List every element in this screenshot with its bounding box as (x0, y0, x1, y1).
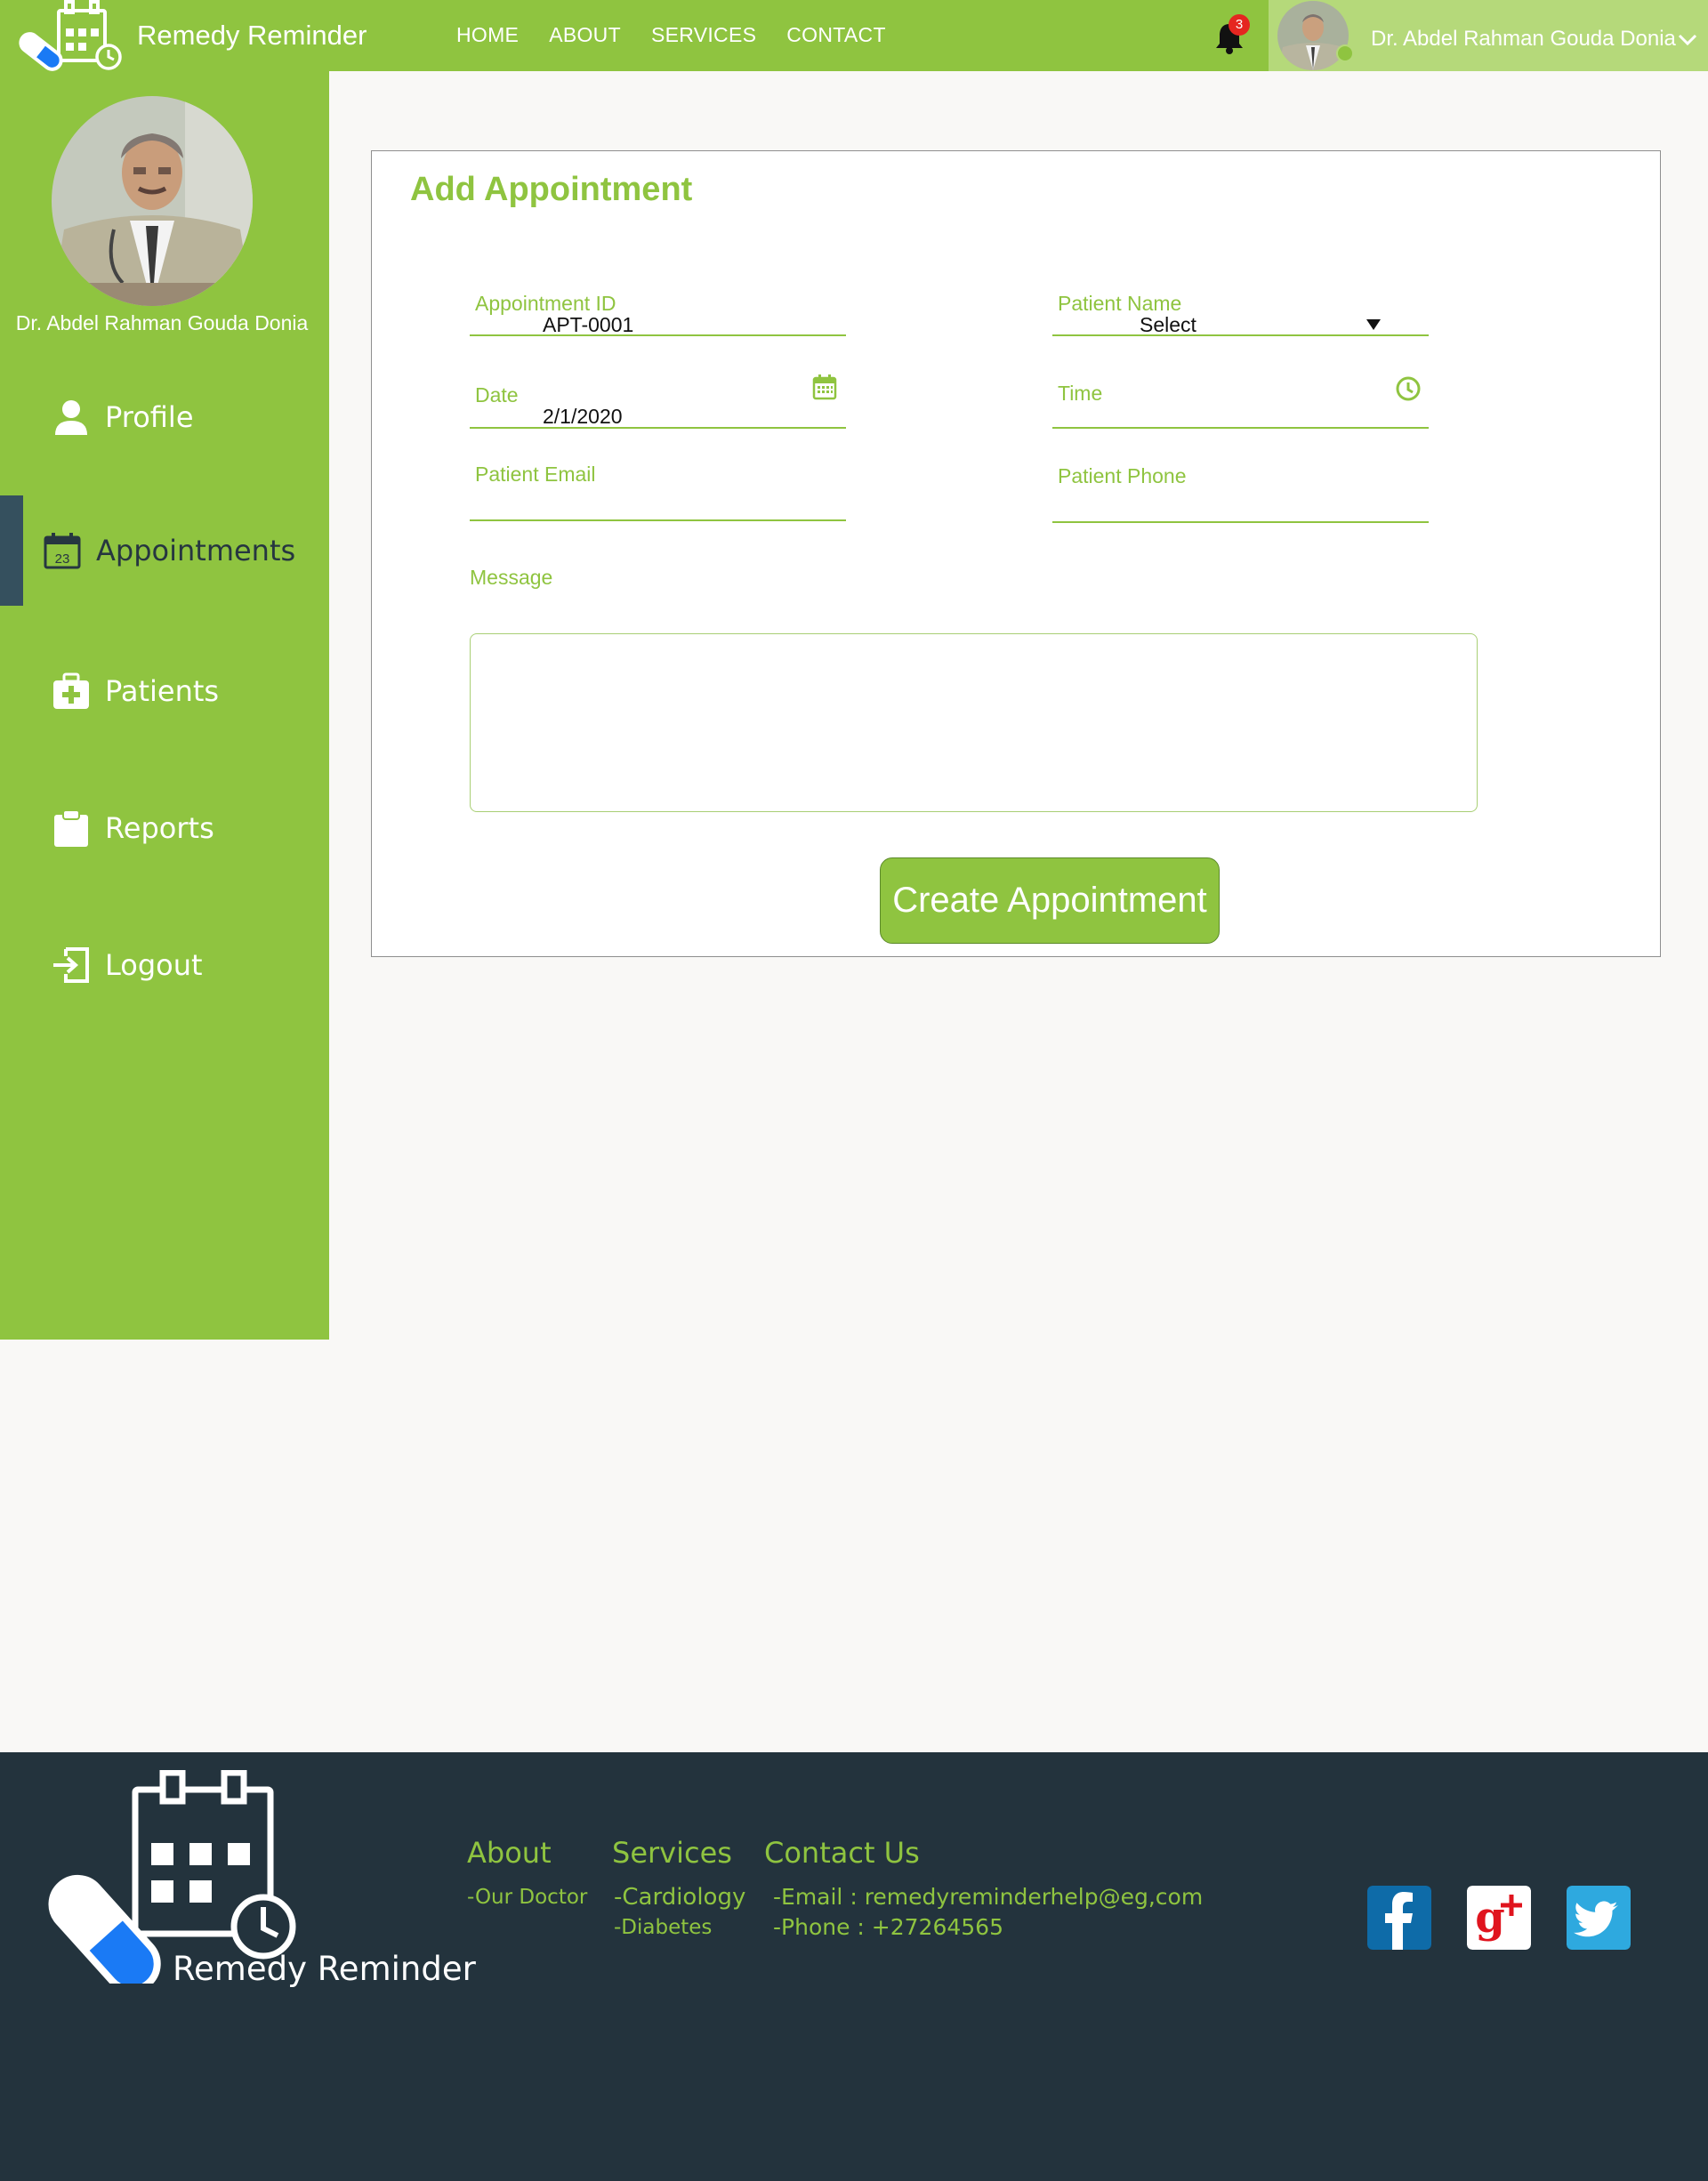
footer-brand-name: Remedy Reminder (173, 1950, 476, 1988)
twitter-icon[interactable] (1567, 1886, 1631, 1950)
footer-contact-phone[interactable]: -Phone : +27264565 (773, 1914, 1003, 1940)
chevron-down-icon[interactable] (1678, 34, 1697, 46)
nav-services[interactable]: SERVICES (651, 23, 756, 47)
message-textarea[interactable] (470, 633, 1478, 812)
date-label: Date (475, 383, 519, 406)
sidebar: Dr. Abdel Rahman Gouda Donia Profile 23 … (0, 71, 329, 1340)
patient-email-field[interactable]: Patient Email (470, 463, 846, 521)
sidebar-item-patients[interactable]: Patients (0, 637, 329, 745)
footer-contact-title: Contact Us (764, 1836, 920, 1870)
footer-services-title: Services (612, 1836, 732, 1870)
footer-link-cardiology[interactable]: -Cardiology (614, 1884, 745, 1911)
sidebar-user-name: Dr. Abdel Rahman Gouda Donia (15, 311, 309, 334)
appointment-id-label: Appointment ID (475, 292, 616, 315)
dropdown-arrow-icon[interactable] (1366, 318, 1382, 331)
sidebar-item-logout[interactable]: Logout (0, 911, 329, 1019)
appointment-id-field[interactable]: Appointment ID APT-0001 (470, 278, 846, 336)
footer-contact-email[interactable]: -Email : remedyreminderhelp@eg,com (773, 1884, 1203, 1910)
user-avatar (1277, 1, 1349, 70)
footer-about-title: About (467, 1836, 552, 1870)
brand-name: Remedy Reminder (137, 20, 367, 51)
create-appointment-button[interactable]: Create Appointment (880, 857, 1220, 944)
footer: Remedy Reminder About -Our Doctor Servic… (0, 1752, 1708, 2181)
sidebar-item-appointments[interactable]: 23 Appointments (0, 496, 329, 605)
remedy-reminder-logo-icon (19, 0, 122, 71)
user-icon (55, 400, 87, 435)
time-label: Time (1058, 382, 1103, 405)
user-name: Dr. Abdel Rahman Gouda Donia (1371, 27, 1676, 51)
notification-count-badge: 3 (1229, 14, 1250, 36)
calendar-picker-icon[interactable] (812, 374, 837, 400)
sidebar-item-label: Logout (105, 948, 203, 982)
sidebar-item-label: Profile (105, 400, 194, 434)
nav-home[interactable]: HOME (456, 23, 519, 47)
logout-icon (53, 947, 89, 983)
medical-kit-icon (53, 672, 89, 709)
brand[interactable]: Remedy Reminder (14, 0, 367, 71)
appointment-id-value[interactable]: APT-0001 (543, 313, 633, 337)
sidebar-avatar (52, 96, 253, 306)
patient-name-selected[interactable]: Select (1140, 313, 1196, 337)
nav-about[interactable]: ABOUT (549, 23, 621, 47)
online-status-dot (1336, 44, 1354, 62)
google-plus-icon[interactable]: g (1467, 1886, 1531, 1950)
sidebar-item-label: Appointments (96, 534, 296, 567)
page-title: Add Appointment (410, 171, 693, 208)
calendar-date-badge: 23 (55, 551, 70, 567)
sidebar-item-label: Patients (105, 674, 220, 708)
patient-phone-field[interactable]: Patient Phone (1052, 463, 1429, 523)
message-label: Message (470, 566, 553, 589)
sidebar-item-reports[interactable]: Reports (0, 774, 329, 882)
clock-icon[interactable] (1395, 375, 1422, 402)
facebook-icon[interactable] (1367, 1886, 1431, 1950)
sidebar-item-label: Reports (105, 811, 214, 845)
patient-email-label: Patient Email (475, 463, 596, 486)
time-field[interactable]: Time (1052, 369, 1429, 429)
footer-link-diabetes[interactable]: -Diabetes (614, 1916, 712, 1939)
nav-contact[interactable]: CONTACT (786, 23, 886, 47)
add-appointment-card: Add Appointment Appointment ID APT-0001 … (371, 150, 1661, 957)
patient-phone-label: Patient Phone (1058, 464, 1187, 487)
date-value[interactable]: 2/1/2020 (543, 405, 623, 429)
svg-text:g: g (1475, 1893, 1505, 1943)
date-field[interactable]: Date 2/1/2020 (470, 369, 846, 429)
footer-link-our-doctor[interactable]: -Our Doctor (467, 1886, 587, 1909)
user-menu[interactable]: Dr. Abdel Rahman Gouda Donia (1269, 0, 1708, 71)
top-navigation-bar: Remedy Reminder HOME ABOUT SERVICES CONT… (0, 0, 1708, 71)
patient-name-select[interactable]: Patient Name Select (1052, 278, 1429, 336)
calendar-icon: 23 (44, 533, 81, 569)
main-nav: HOME ABOUT SERVICES CONTACT (456, 23, 916, 47)
clipboard-icon (54, 809, 88, 847)
patient-name-label: Patient Name (1058, 292, 1182, 315)
sidebar-item-profile[interactable]: Profile (0, 363, 329, 471)
